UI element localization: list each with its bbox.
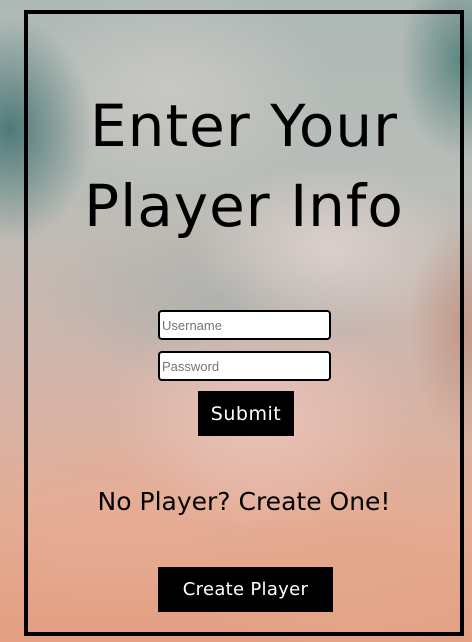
page-title-line-1: Enter Your [90, 92, 398, 160]
username-input[interactable] [158, 310, 331, 340]
password-input[interactable] [158, 351, 331, 381]
player-info-panel: Enter Your Player Info Submit No Player?… [24, 10, 464, 636]
create-player-prompt: No Player? Create One! [97, 487, 391, 516]
page-title: Enter Your Player Info [28, 86, 460, 246]
create-player-button[interactable]: Create Player [158, 567, 333, 612]
submit-button[interactable]: Submit [198, 391, 294, 436]
page-title-line-2: Player Info [84, 172, 404, 240]
